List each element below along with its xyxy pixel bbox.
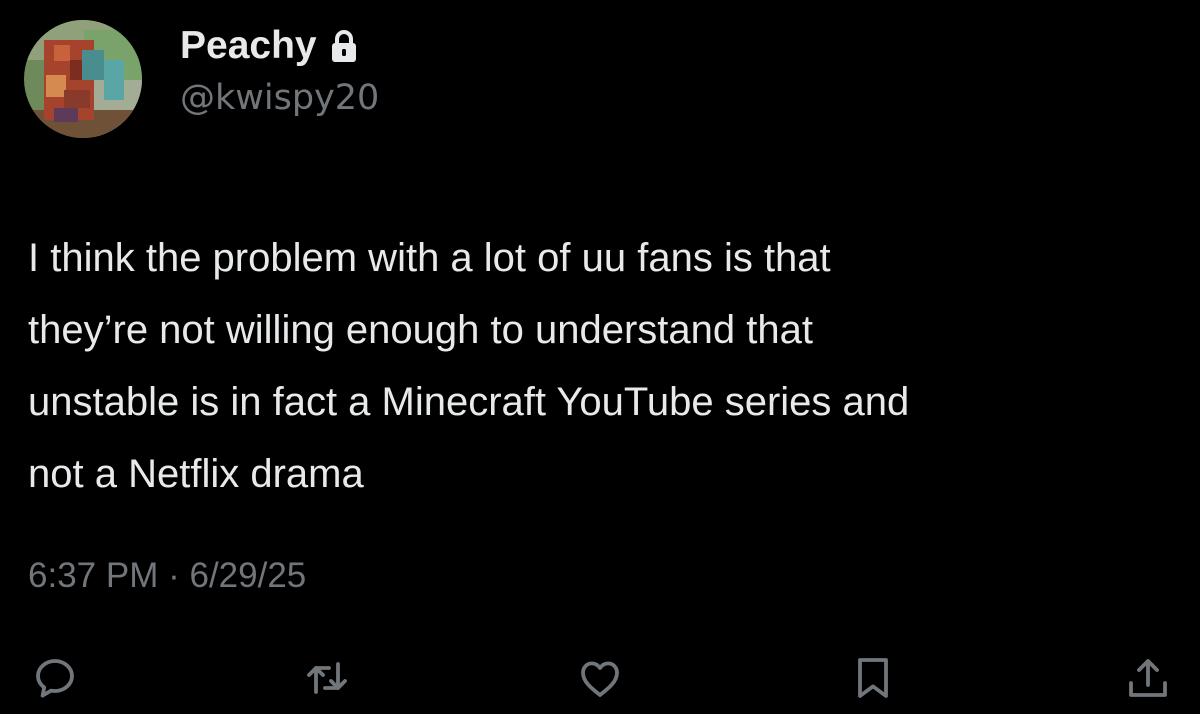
lock-icon	[329, 29, 359, 63]
like-icon	[576, 654, 624, 702]
meta-separator: ·	[168, 556, 180, 595]
bookmark-button[interactable]	[845, 650, 901, 706]
repost-button[interactable]	[299, 650, 355, 706]
tweet-text: I think the problem with a lot of uu fan…	[28, 236, 910, 496]
display-name-text: Peachy	[180, 24, 317, 67]
share-icon	[1124, 654, 1172, 702]
tweet-timestamp: 6:37 PM · 6/29/25	[28, 556, 306, 596]
user-handle[interactable]: @kwispy20	[180, 78, 379, 118]
like-button[interactable]	[572, 650, 628, 706]
tweet-time[interactable]: 6:37 PM	[28, 556, 158, 595]
bookmark-icon	[849, 654, 897, 702]
repost-icon	[303, 654, 351, 702]
tweet-date[interactable]: 6/29/25	[189, 556, 306, 595]
avatar[interactable]	[24, 20, 142, 138]
reply-button[interactable]	[27, 650, 83, 706]
reply-icon	[31, 654, 79, 702]
share-button[interactable]	[1120, 650, 1176, 706]
display-name[interactable]: Peachy	[180, 22, 359, 70]
